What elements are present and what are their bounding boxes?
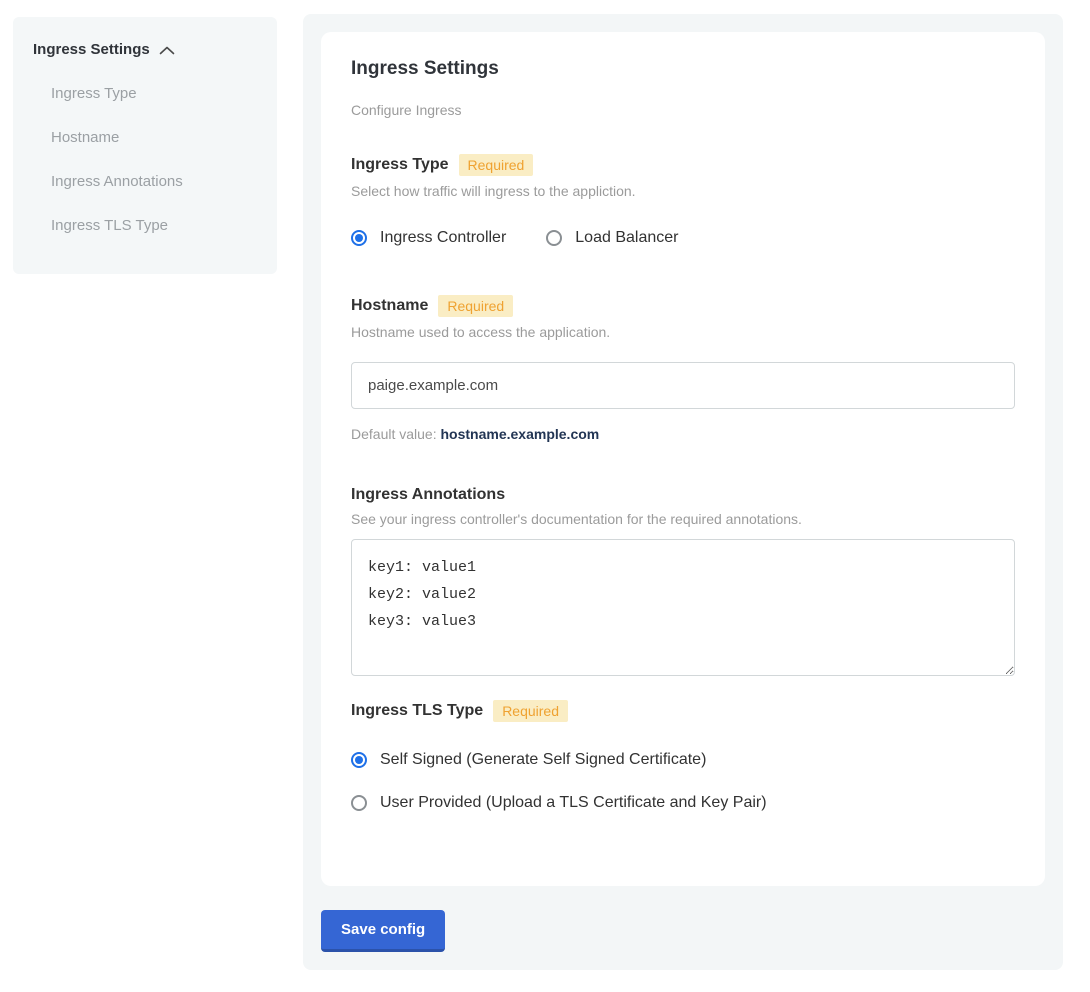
config-area: Ingress Settings Configure Ingress Ingre… xyxy=(303,14,1063,970)
section-title: Ingress TLS Type xyxy=(351,702,483,720)
radio-option-ingress-controller[interactable]: Ingress Controller xyxy=(351,229,506,247)
radio-option-user-provided[interactable]: User Provided (Upload a TLS Certificate … xyxy=(351,794,1015,812)
section-hostname: Hostname Required Hostname used to acces… xyxy=(351,295,1015,442)
hostname-input[interactable] xyxy=(351,362,1015,409)
section-help-text: Hostname used to access the application. xyxy=(351,324,1015,340)
ingress-type-radio-group: Ingress Controller Load Balancer xyxy=(351,229,1015,247)
section-annotations-header: Ingress Annotations xyxy=(351,486,1015,504)
section-hostname-header: Hostname Required xyxy=(351,295,1015,317)
section-help-text: Select how traffic will ingress to the a… xyxy=(351,183,1015,199)
radio-label: Load Balancer xyxy=(575,229,678,247)
section-ingress-tls-type: Ingress TLS Type Required Self Signed (G… xyxy=(351,700,1015,812)
radio-label: Ingress Controller xyxy=(380,229,506,247)
ingress-annotations-textarea[interactable]: key1: value1 key2: value2 key3: value3 xyxy=(351,539,1015,676)
default-value-text: hostname.example.com xyxy=(441,426,600,442)
section-tls-header: Ingress TLS Type Required xyxy=(351,700,1015,722)
chevron-up-icon xyxy=(159,46,175,55)
save-config-button[interactable]: Save config xyxy=(321,910,445,952)
sidebar-item-ingress-tls-type[interactable]: Ingress TLS Type xyxy=(51,217,257,234)
radio-label: Self Signed (Generate Self Signed Certif… xyxy=(380,751,706,769)
page-title: Ingress Settings xyxy=(351,58,1015,80)
radio-option-self-signed[interactable]: Self Signed (Generate Self Signed Certif… xyxy=(351,751,1015,769)
radio-unselected-icon[interactable] xyxy=(546,230,562,246)
required-badge: Required xyxy=(459,154,534,176)
required-badge: Required xyxy=(438,295,513,317)
section-ingress-annotations: Ingress Annotations See your ingress con… xyxy=(351,486,1015,676)
radio-selected-icon[interactable] xyxy=(351,230,367,246)
default-value-line: Default value: hostname.example.com xyxy=(351,426,1015,442)
tls-type-radio-group: Self Signed (Generate Self Signed Certif… xyxy=(351,751,1015,812)
section-ingress-type: Ingress Type Required Select how traffic… xyxy=(351,154,1015,247)
section-help-text: See your ingress controller's documentat… xyxy=(351,511,1015,527)
sidebar-group-label: Ingress Settings xyxy=(33,41,150,58)
radio-selected-icon[interactable] xyxy=(351,752,367,768)
radio-option-load-balancer[interactable]: Load Balancer xyxy=(546,229,678,247)
sidebar-group-ingress-settings[interactable]: Ingress Settings xyxy=(33,41,257,58)
radio-unselected-icon[interactable] xyxy=(351,795,367,811)
section-title: Ingress Type xyxy=(351,156,449,174)
config-nav-sidebar: Ingress Settings Ingress Type Hostname I… xyxy=(13,17,277,274)
required-badge: Required xyxy=(493,700,568,722)
default-value-label: Default value: xyxy=(351,426,437,442)
section-title: Ingress Annotations xyxy=(351,486,505,504)
sidebar-item-ingress-type[interactable]: Ingress Type xyxy=(51,85,257,102)
sidebar-item-ingress-annotations[interactable]: Ingress Annotations xyxy=(51,173,257,190)
section-title: Hostname xyxy=(351,297,428,315)
page: Ingress Settings Ingress Type Hostname I… xyxy=(0,0,1090,992)
sidebar-item-hostname[interactable]: Hostname xyxy=(51,129,257,146)
section-ingress-type-header: Ingress Type Required xyxy=(351,154,1015,176)
radio-label: User Provided (Upload a TLS Certificate … xyxy=(380,794,767,812)
page-subtitle: Configure Ingress xyxy=(351,102,1015,118)
ingress-settings-card: Ingress Settings Configure Ingress Ingre… xyxy=(321,32,1045,886)
